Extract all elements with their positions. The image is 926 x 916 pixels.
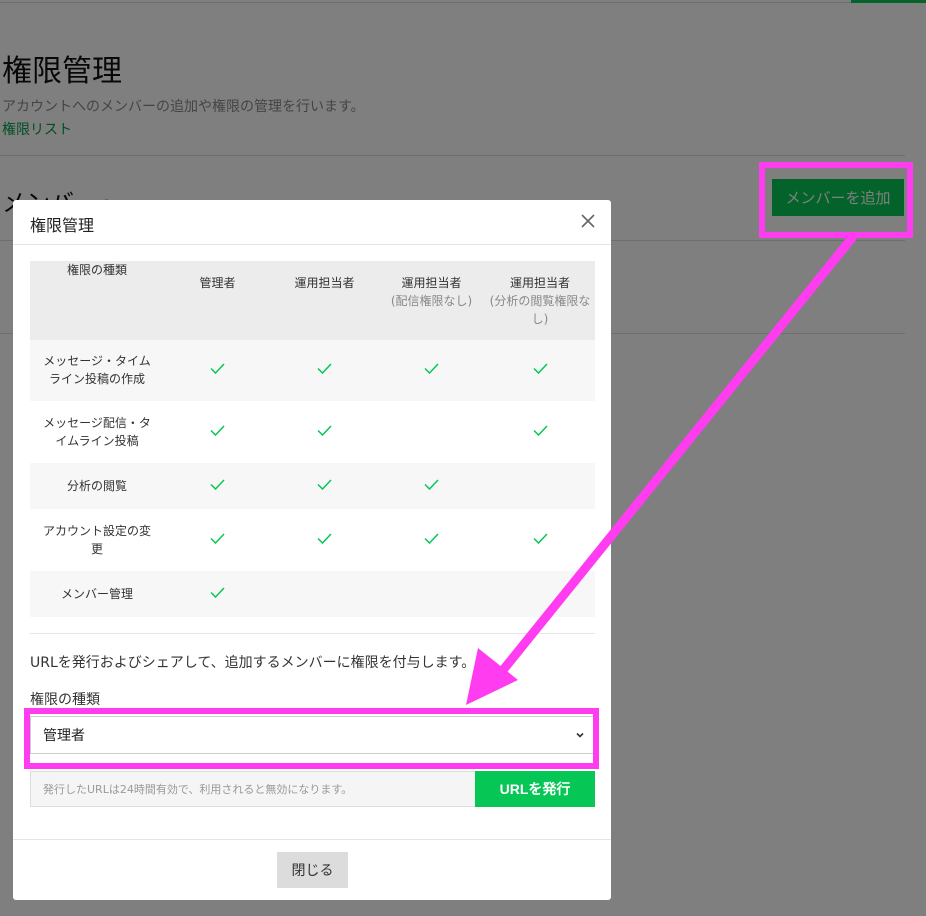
- table-row: メッセージ・タイムライン投稿の作成: [30, 340, 595, 402]
- modal-header: 権限管理: [13, 200, 611, 245]
- permission-cell: [271, 462, 378, 510]
- permission-cell: [485, 340, 595, 402]
- permission-cell: [271, 509, 378, 571]
- permission-cell: [378, 509, 485, 571]
- issue-url-button[interactable]: URLを発行: [475, 771, 595, 807]
- permission-cell: [164, 570, 271, 618]
- role-label: 権限の種類: [30, 692, 100, 708]
- permission-cell: [378, 401, 485, 463]
- permission-cell: [164, 401, 271, 463]
- permission-type-cell: メッセージ・タイムライン投稿の作成: [30, 340, 164, 402]
- column-header: 運用担当者 (分析の閲覧権限なし): [485, 261, 595, 340]
- modal-footer-divider: [13, 839, 611, 840]
- permission-cell: [271, 340, 378, 402]
- highlight-box-add-member: [759, 162, 913, 238]
- check-icon: [210, 477, 225, 490]
- table-row: アカウント設定の変更: [30, 509, 595, 571]
- permission-type-cell: アカウント設定の変更: [30, 509, 164, 571]
- permission-modal: 権限管理 権限の種類 管理者 運用担当者 運用担当者 (配信権限なし) 運用担当者…: [13, 200, 611, 900]
- divider: [30, 633, 595, 634]
- column-header: 運用担当者: [271, 261, 378, 340]
- table-row: 分析の閲覧: [30, 462, 595, 510]
- permission-cell: [485, 570, 595, 618]
- check-icon: [532, 361, 548, 375]
- permission-cell: [164, 509, 271, 571]
- table-row: メンバー管理: [30, 570, 595, 618]
- permission-cell: [485, 462, 595, 510]
- check-icon: [424, 477, 439, 490]
- column-header: 運用担当者 (配信権限なし): [378, 261, 485, 340]
- table-header-row: 権限の種類 管理者 運用担当者 運用担当者 (配信権限なし) 運用担当者 (分析の閲…: [30, 261, 595, 340]
- check-icon: [210, 531, 225, 544]
- column-header: 権限の種類: [30, 261, 164, 340]
- check-icon: [317, 423, 332, 436]
- permission-type-cell: メンバー管理: [30, 570, 164, 618]
- permission-cell: [378, 570, 485, 618]
- permission-cell: [271, 570, 378, 618]
- permission-cell: [164, 340, 271, 402]
- permission-cell: [378, 462, 485, 510]
- check-icon: [424, 361, 439, 375]
- check-icon: [210, 361, 225, 375]
- permission-cell: [271, 401, 378, 463]
- check-icon: [317, 477, 332, 490]
- modal-description: URLを発行およびシェアして、追加するメンバーに権限を付与します。: [30, 655, 476, 671]
- check-icon: [532, 531, 548, 544]
- close-icon[interactable]: [578, 211, 598, 231]
- check-icon: [424, 531, 439, 544]
- permission-type-cell: 分析の閲覧: [30, 462, 164, 510]
- close-button[interactable]: 閉じる: [277, 852, 348, 888]
- check-icon: [210, 423, 225, 436]
- permission-table: 権限の種類 管理者 運用担当者 運用担当者 (配信権限なし) 運用担当者 (分析の閲…: [30, 261, 595, 618]
- permission-cell: [164, 462, 271, 510]
- permission-cell: [485, 509, 595, 571]
- permission-cell: [378, 340, 485, 402]
- check-icon: [317, 361, 332, 375]
- url-input[interactable]: 発行したURLは24時間有効で、利用されると無効になります。: [30, 771, 476, 807]
- modal-title: 権限管理: [30, 216, 95, 235]
- check-icon: [532, 423, 548, 436]
- highlight-box-role-select: [24, 708, 599, 769]
- permission-cell: [485, 401, 595, 463]
- table-row: メッセージ配信・タイムライン投稿: [30, 401, 595, 463]
- column-header: 管理者: [164, 261, 271, 340]
- check-icon: [210, 585, 225, 598]
- permission-type-cell: メッセージ配信・タイムライン投稿: [30, 401, 164, 463]
- check-icon: [317, 531, 332, 544]
